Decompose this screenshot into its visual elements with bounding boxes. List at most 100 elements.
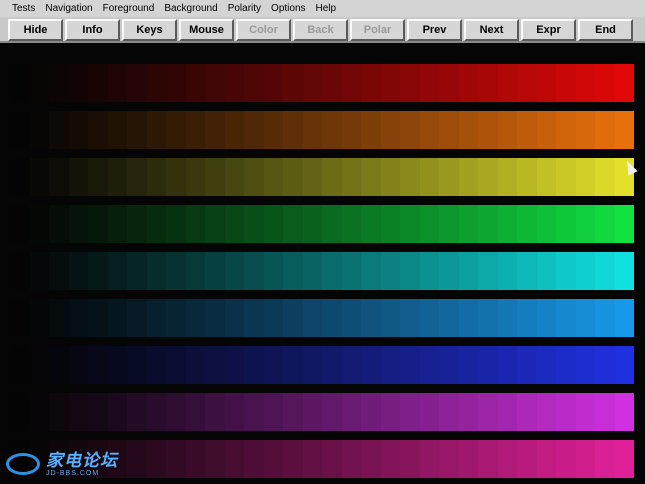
next-button[interactable]: Next [464, 19, 519, 41]
menu-help[interactable]: Help [316, 3, 337, 14]
back-button[interactable]: Back [293, 19, 348, 41]
toolbar: Hide Info Keys Mouse Color Back Polar Pr… [0, 17, 645, 43]
keys-button[interactable]: Keys [122, 19, 177, 41]
gradient-step [302, 111, 322, 149]
gradient-bar [10, 393, 634, 431]
polar-button[interactable]: Polar [350, 19, 405, 41]
gradient-step [497, 111, 517, 149]
gradient-step [185, 64, 205, 102]
gradient-step [107, 111, 127, 149]
info-button[interactable]: Info [65, 19, 120, 41]
gradient-step [380, 158, 400, 196]
gradient-step [439, 111, 459, 149]
menu-background[interactable]: Background [164, 3, 217, 14]
gradient-step [458, 111, 478, 149]
gradient-step [224, 205, 244, 243]
gradient-step [88, 158, 108, 196]
gradient-step [556, 252, 576, 290]
gradient-step [614, 299, 634, 337]
menu-navigation[interactable]: Navigation [45, 3, 92, 14]
gradient-step [380, 346, 400, 384]
gradient-step [614, 346, 634, 384]
gradient-step [263, 111, 283, 149]
gradient-step [166, 299, 186, 337]
gradient-step [497, 205, 517, 243]
gradient-step [439, 393, 459, 431]
gradient-step [517, 440, 537, 478]
gradient-step [419, 440, 439, 478]
gradient-step [478, 252, 498, 290]
gradient-step [29, 111, 49, 149]
gradient-step [244, 64, 264, 102]
gradient-step [283, 158, 303, 196]
gradient-step [400, 299, 420, 337]
gradient-step [322, 299, 342, 337]
forum-logo-icon [6, 453, 40, 475]
gradient-step [49, 158, 69, 196]
gradient-step [341, 111, 361, 149]
gradient-step [302, 393, 322, 431]
gradient-step [127, 158, 147, 196]
gradient-step [68, 158, 88, 196]
gradient-step [146, 205, 166, 243]
gradient-step [536, 205, 556, 243]
gradient-step [88, 346, 108, 384]
menu-options[interactable]: Options [271, 3, 305, 14]
menu-polarity[interactable]: Polarity [228, 3, 261, 14]
gradient-step [556, 346, 576, 384]
gradient-step [614, 252, 634, 290]
gradient-step [478, 158, 498, 196]
gradient-step [107, 64, 127, 102]
gradient-step [536, 111, 556, 149]
gradient-step [400, 440, 420, 478]
gradient-step [341, 158, 361, 196]
gradient-step [205, 346, 225, 384]
gradient-step [419, 346, 439, 384]
gradient-step [322, 346, 342, 384]
gradient-step [205, 440, 225, 478]
gradient-step [88, 205, 108, 243]
color-button[interactable]: Color [236, 19, 291, 41]
gradient-step [127, 205, 147, 243]
hide-button[interactable]: Hide [8, 19, 63, 41]
gradient-step [361, 393, 381, 431]
gradient-step [361, 299, 381, 337]
gradient-step [205, 205, 225, 243]
gradient-step [244, 393, 264, 431]
gradient-step [68, 299, 88, 337]
gradient-step [185, 252, 205, 290]
menu-foreground[interactable]: Foreground [103, 3, 155, 14]
gradient-step [361, 205, 381, 243]
gradient-step [556, 393, 576, 431]
gradient-step [107, 158, 127, 196]
gradient-step [302, 346, 322, 384]
expr-button[interactable]: Expr [521, 19, 576, 41]
gradient-step [244, 205, 264, 243]
gradient-step [166, 205, 186, 243]
gradient-step [68, 393, 88, 431]
end-button[interactable]: End [578, 19, 633, 41]
mouse-button[interactable]: Mouse [179, 19, 234, 41]
gradient-step [614, 111, 634, 149]
gradient-step [517, 158, 537, 196]
gradient-step [185, 299, 205, 337]
gradient-step [263, 158, 283, 196]
gradient-step [68, 111, 88, 149]
gradient-step [400, 158, 420, 196]
menu-tests[interactable]: Tests [12, 3, 35, 14]
gradient-step [244, 440, 264, 478]
gradient-step [341, 252, 361, 290]
gradient-step [224, 158, 244, 196]
gradient-step [302, 64, 322, 102]
gradient-step [224, 393, 244, 431]
prev-button[interactable]: Prev [407, 19, 462, 41]
gradient-step [68, 346, 88, 384]
gradient-step [419, 111, 439, 149]
gradient-step [478, 111, 498, 149]
gradient-step [400, 205, 420, 243]
gradient-step [478, 346, 498, 384]
gradient-step [49, 64, 69, 102]
gradient-step [10, 346, 30, 384]
gradient-step [166, 158, 186, 196]
gradient-step [283, 299, 303, 337]
